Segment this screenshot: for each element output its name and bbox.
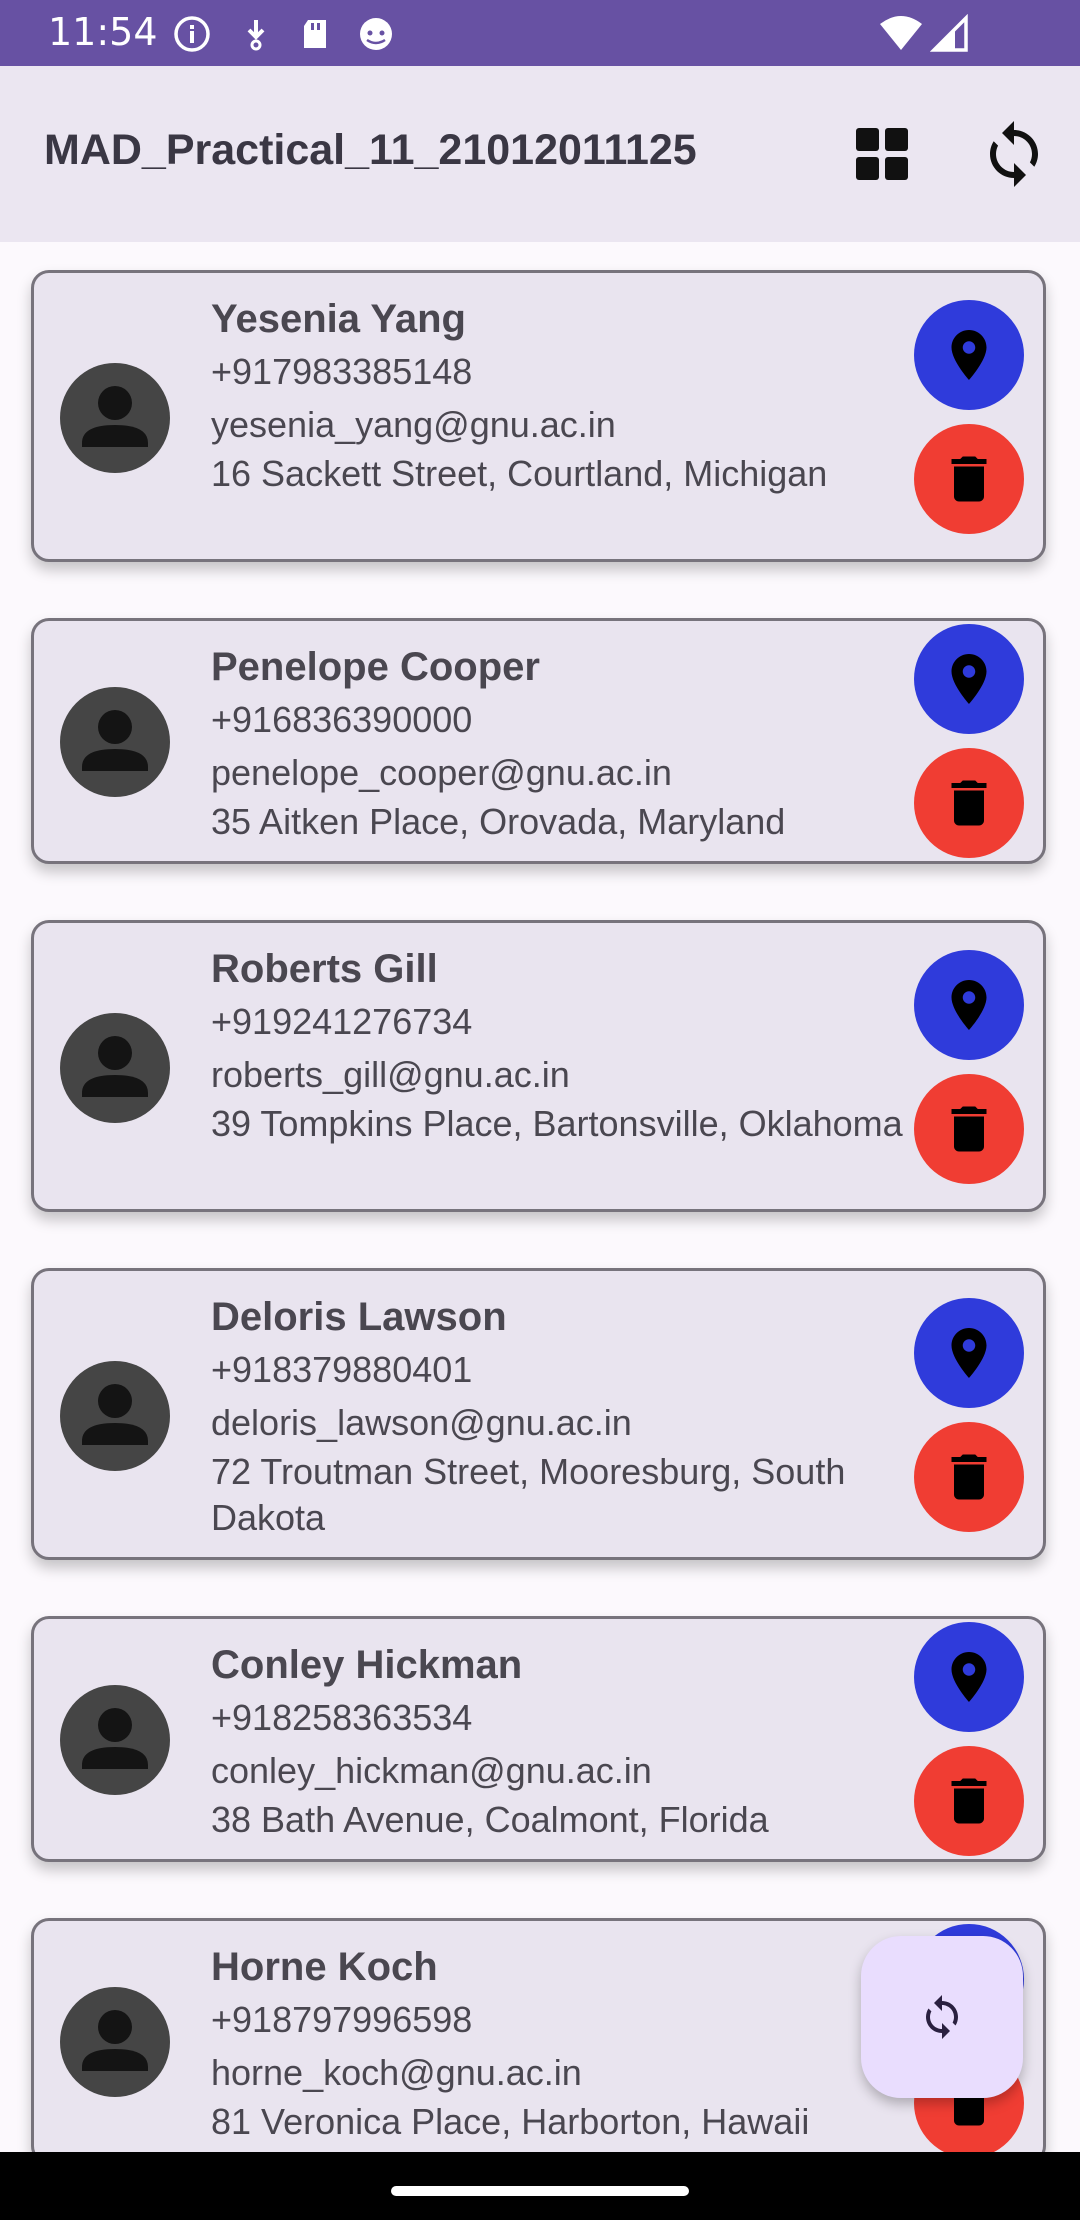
list-item: Roberts Gill +919241276734 roberts_gill@… — [0, 892, 1080, 1240]
contact-name: Roberts Gill — [211, 947, 438, 991]
contact-phone: +919241276734 — [211, 1001, 473, 1042]
contact-email: roberts_gill@gnu.ac.in — [211, 1054, 570, 1095]
location-pin-icon — [951, 1328, 987, 1378]
contact-phone: +917983385148 — [211, 351, 473, 392]
navigation-bar — [0, 2152, 1080, 2220]
download-icon — [247, 20, 265, 51]
trash-icon — [951, 780, 987, 826]
page-title: MAD_Practical_11_21012011125 — [44, 126, 697, 174]
contact-card[interactable]: Roberts Gill +919241276734 roberts_gill@… — [31, 920, 1046, 1212]
info-icon — [174, 16, 210, 52]
contact-name: Yesenia Yang — [211, 297, 466, 341]
contact-address: 16 Sackett Street, Courtland, Michigan — [211, 453, 828, 494]
contact-email: horne_koch@gnu.ac.in — [211, 2052, 582, 2093]
wifi-icon — [880, 16, 922, 50]
contact-info: Yesenia Yang +917983385148 yesenia_yang@… — [211, 293, 911, 497]
person-icon — [60, 1987, 170, 2097]
location-button[interactable] — [914, 624, 1024, 734]
contact-phone: +918379880401 — [211, 1349, 473, 1390]
location-button[interactable] — [914, 1622, 1024, 1732]
contact-card[interactable]: Penelope Cooper +916836390000 penelope_c… — [31, 618, 1046, 864]
app-bar: MAD_Practical_11_21012011125 — [0, 66, 1080, 242]
person-icon — [60, 363, 170, 473]
contact-phone: +918258363534 — [211, 1697, 473, 1738]
refresh-icon[interactable] — [978, 118, 1050, 190]
location-pin-icon — [951, 980, 987, 1030]
delete-button[interactable] — [914, 424, 1024, 534]
contact-name: Horne Koch — [211, 1945, 438, 1989]
contact-name: Deloris Lawson — [211, 1295, 507, 1339]
delete-button[interactable] — [914, 1422, 1024, 1532]
status-bar: 11:54 — [0, 0, 1080, 66]
trash-icon — [951, 1454, 987, 1500]
list-item: Penelope Cooper +916836390000 penelope_c… — [0, 590, 1080, 892]
contact-info: Roberts Gill +919241276734 roberts_gill@… — [211, 943, 911, 1147]
contact-info: Horne Koch +918797996598 horne_koch@gnu.… — [211, 1941, 911, 2145]
location-button[interactable] — [914, 1298, 1024, 1408]
contact-address: 35 Aitken Place, Orovada, Maryland — [211, 801, 786, 842]
android-debug-icon — [360, 18, 392, 50]
contact-email: conley_hickman@gnu.ac.in — [211, 1750, 652, 1791]
trash-icon — [951, 1106, 987, 1152]
signal-icon — [930, 14, 968, 52]
contact-name: Conley Hickman — [211, 1643, 523, 1687]
delete-button[interactable] — [914, 1746, 1024, 1856]
contact-address: 81 Veronica Place, Harborton, Hawaii — [211, 2101, 810, 2142]
location-button[interactable] — [914, 300, 1024, 410]
contact-email: deloris_lawson@gnu.ac.in — [211, 1402, 632, 1443]
person-icon — [60, 1361, 170, 1471]
list-item: Deloris Lawson +918379880401 deloris_law… — [0, 1240, 1080, 1588]
list-item: Yesenia Yang +917983385148 yesenia_yang@… — [0, 242, 1080, 590]
contact-address: 72 Troutman Street, Mooresburg, South Da… — [211, 1451, 846, 1538]
contact-card[interactable]: Conley Hickman +918258363534 conley_hick… — [31, 1616, 1046, 1862]
contact-phone: +916836390000 — [211, 699, 473, 740]
location-button[interactable] — [914, 950, 1024, 1060]
person-icon — [60, 687, 170, 797]
refresh-icon — [926, 1995, 958, 2039]
home-gesture-handle[interactable] — [391, 2186, 689, 2196]
trash-icon — [951, 456, 987, 502]
grid-view-icon[interactable] — [846, 118, 918, 190]
location-pin-icon — [951, 1652, 987, 1702]
person-icon — [60, 1013, 170, 1123]
contact-phone: +918797996598 — [211, 1999, 473, 2040]
delete-button[interactable] — [914, 1074, 1024, 1184]
person-icon — [60, 1685, 170, 1795]
contact-info: Penelope Cooper +916836390000 penelope_c… — [211, 641, 911, 845]
contact-address: 38 Bath Avenue, Coalmont, Florida — [211, 1799, 769, 1840]
contact-email: penelope_cooper@gnu.ac.in — [211, 752, 672, 793]
contact-card[interactable]: Yesenia Yang +917983385148 yesenia_yang@… — [31, 270, 1046, 562]
contact-address: 39 Tompkins Place, Bartonsville, Oklahom… — [211, 1103, 903, 1144]
contact-name: Penelope Cooper — [211, 645, 540, 689]
trash-icon — [951, 1778, 987, 1824]
contact-card[interactable]: Deloris Lawson +918379880401 deloris_law… — [31, 1268, 1046, 1560]
refresh-fab[interactable] — [861, 1936, 1023, 2098]
contact-email: yesenia_yang@gnu.ac.in — [211, 404, 616, 445]
contact-info: Deloris Lawson +918379880401 deloris_law… — [211, 1291, 911, 1541]
location-pin-icon — [951, 654, 987, 704]
contact-list[interactable]: Yesenia Yang +917983385148 yesenia_yang@… — [0, 242, 1080, 2152]
list-item: Conley Hickman +918258363534 conley_hick… — [0, 1588, 1080, 1890]
sd-card-icon — [304, 20, 326, 48]
location-pin-icon — [951, 330, 987, 380]
contact-info: Conley Hickman +918258363534 conley_hick… — [211, 1639, 911, 1843]
delete-button[interactable] — [914, 748, 1024, 858]
status-time: 11:54 — [48, 10, 158, 54]
